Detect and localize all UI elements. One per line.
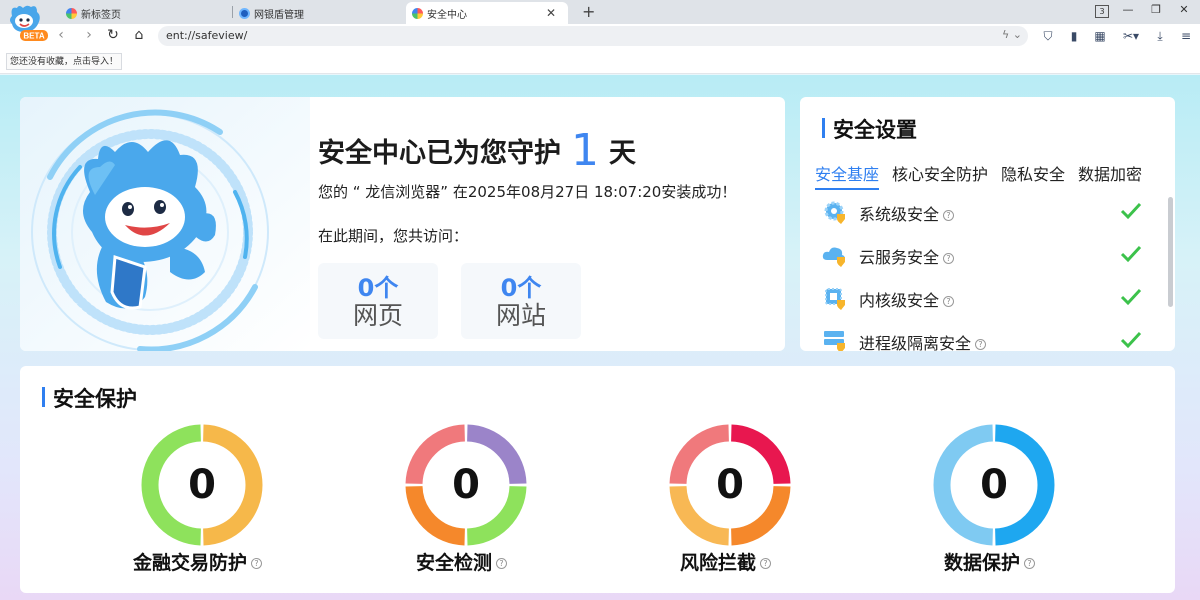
check-icon (1120, 202, 1142, 220)
chip-shield-icon (825, 288, 845, 310)
ring-data[interactable]: 0 (929, 420, 1059, 550)
home-icon[interactable]: ⌂ (130, 27, 148, 43)
visited-sites-stat: 0个 网站 (461, 263, 581, 339)
scissors-icon[interactable]: ✂▾ (1120, 28, 1142, 44)
setting-item-cloud[interactable]: 云服务安全? (822, 242, 1142, 268)
back-icon[interactable]: ‹ (52, 27, 70, 43)
visit-summary-label: 在此期间，您共访问： (318, 227, 469, 245)
help-icon[interactable]: ? (975, 339, 987, 350)
check-icon (1120, 245, 1142, 263)
download-icon[interactable]: ⤓ (1152, 28, 1168, 44)
setting-label: 进程级隔离安全? (859, 330, 987, 351)
tab-favicon-icon (239, 7, 250, 19)
import-bookmarks-link[interactable]: 您还没有收藏，点击导入！ (6, 53, 123, 70)
settings-title: 安全设置 (822, 114, 917, 144)
security-center-page: 安全中心已为您守护 1 天 您的 “ 龙信浏览器” 在2025年08月27日 18:… (0, 75, 1200, 600)
ring-value: 0 (716, 462, 744, 508)
lightning-icon[interactable]: ϟ ⌄ (1002, 28, 1022, 41)
tab-netbank-shield[interactable]: 网银盾管理 (233, 2, 403, 24)
visited-sites-count: 0个 (500, 274, 542, 302)
ring-label: 风险拦截? (680, 548, 772, 575)
tab-label: 网银盾管理 (254, 9, 304, 21)
check-icon (1120, 331, 1142, 349)
shield-icon[interactable]: ⛉ (1040, 28, 1056, 44)
setting-item-process[interactable]: 进程级隔离安全? (822, 328, 1142, 351)
help-icon[interactable]: ? (760, 558, 772, 569)
address-input[interactable]: ent://safeview/ (166, 29, 247, 42)
install-info: 您的 “ 龙信浏览器” 在2025年08月27日 18:07:20安装成功！ (318, 183, 737, 201)
help-icon[interactable]: ? (943, 253, 955, 264)
tab-label: 安全中心 (427, 9, 467, 21)
tab-core-protection[interactable]: 核心安全防护 (892, 161, 988, 190)
setting-label: 系统级安全? (859, 201, 955, 225)
forward-icon[interactable]: › (80, 27, 98, 43)
tab-label: 新标签页 (81, 9, 121, 21)
browser-logo-icon[interactable]: BETA (4, 2, 50, 42)
toolbar: ‹ › ↻ ⌂ ent://safeview/ ϟ ⌄ ⛉ ▮ ▦ ✂▾ ⤓ ≡ (0, 24, 1200, 48)
title-suffix: 天 (609, 138, 636, 169)
tab-bar: BETA 新标签页 网银盾管理 安全中心 ✕ + 3 — ❐ ✕ (0, 0, 1200, 41)
tab-security-center[interactable]: 安全中心 ✕ (406, 2, 568, 24)
protection-title: 安全保护 (42, 383, 137, 413)
ring-label: 金融交易防护? (133, 548, 263, 575)
lock-icon[interactable]: ▮ (1066, 28, 1082, 44)
new-tab-button[interactable]: + (582, 2, 595, 21)
cloud-shield-icon (822, 247, 845, 267)
tab-favicon-icon (412, 7, 423, 19)
setting-item-kernel[interactable]: 内核级安全? (822, 285, 1142, 311)
address-bar[interactable]: ent://safeview/ ϟ ⌄ (158, 26, 1028, 46)
gear-shield-icon (824, 201, 845, 224)
help-icon[interactable]: ? (496, 558, 508, 569)
calendar-icon[interactable]: ▦ (1092, 28, 1108, 44)
ring-value: 0 (188, 462, 216, 508)
visited-pages-count: 0个 (357, 274, 399, 302)
beta-badge: BETA (23, 32, 44, 41)
ring-value: 0 (452, 462, 480, 508)
setting-label: 内核级安全? (859, 287, 955, 311)
minimize-icon[interactable]: — (1120, 3, 1136, 16)
ring-financial[interactable]: 0 (137, 420, 267, 550)
visited-pages-label: 网页 (352, 301, 403, 330)
server-shield-icon (824, 331, 845, 351)
visited-pages-stat: 0个 网页 (318, 263, 438, 339)
visited-sites-label: 网站 (495, 301, 546, 330)
setting-item-system[interactable]: 系统级安全? (822, 199, 1142, 225)
ring-value: 0 (980, 462, 1008, 508)
tab-count-badge[interactable]: 3 (1095, 5, 1109, 18)
close-window-icon[interactable]: ✕ (1176, 3, 1192, 16)
help-icon[interactable]: ? (943, 296, 955, 307)
security-protection-card: 安全保护 0 金融交易防护? 0 安全检测? 0 风险拦截? 0 数据保护? (20, 366, 1175, 593)
ring-label: 安全检测? (416, 548, 508, 575)
tab-privacy[interactable]: 隐私安全 (1001, 161, 1065, 190)
help-icon[interactable]: ? (1024, 558, 1036, 569)
tab-new-tab[interactable]: 新标签页 (60, 2, 230, 24)
ring-detection[interactable]: 0 (401, 420, 531, 550)
close-tab-icon[interactable]: ✕ (546, 6, 556, 20)
tab-favicon-icon (66, 7, 77, 19)
ring-label: 数据保护? (944, 548, 1036, 575)
restore-icon[interactable]: ❐ (1148, 3, 1164, 16)
help-icon[interactable]: ? (251, 558, 263, 569)
security-settings-card: 安全设置 安全基座 核心安全防护 隐私安全 数据加密 系统级安全? 云服务安全? (800, 97, 1175, 351)
protection-days-title: 安全中心已为您守护 1 天 (318, 125, 636, 176)
ring-interception[interactable]: 0 (665, 420, 795, 550)
settings-tabs: 安全基座 核心安全防护 隐私安全 数据加密 (815, 161, 1155, 190)
tab-security-base[interactable]: 安全基座 (815, 161, 880, 190)
setting-label: 云服务安全? (859, 244, 955, 268)
protection-days-count: 1 (571, 125, 599, 176)
menu-icon[interactable]: ≡ (1178, 28, 1194, 44)
settings-scrollbar[interactable] (1168, 197, 1173, 307)
help-icon[interactable]: ? (943, 210, 955, 221)
title-prefix: 安全中心已为您守护 (318, 138, 561, 169)
tab-encryption[interactable]: 数据加密 (1078, 161, 1142, 190)
bookmark-bar: 您还没有收藏，点击导入！ (0, 48, 1200, 74)
reload-icon[interactable]: ↻ (104, 27, 122, 43)
protection-days-card: 安全中心已为您守护 1 天 您的 “ 龙信浏览器” 在2025年08月27日 18:… (20, 97, 785, 351)
check-icon (1120, 288, 1142, 306)
mascot-illustration (20, 97, 310, 351)
